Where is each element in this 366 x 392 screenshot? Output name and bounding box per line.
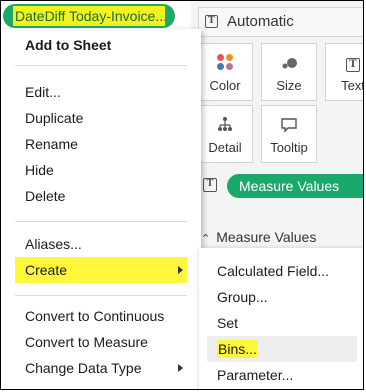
mark-type-dropdown[interactable]: T Automatic [198, 7, 363, 37]
detail-button[interactable]: Detail [197, 105, 253, 163]
mark-type-label: Automatic [227, 13, 294, 30]
menu-item-convert-continuous[interactable]: Convert to Continuous [1, 303, 201, 329]
menu-item-rename[interactable]: Rename [1, 131, 201, 157]
menu-item-aliases[interactable]: Aliases... [1, 231, 201, 257]
measure-values-header[interactable]: ⌃ Measure Values [201, 229, 316, 245]
submenu-item-calculated-field[interactable]: Calculated Field... [199, 258, 363, 284]
color-icon [198, 54, 252, 72]
menu-item-duplicate[interactable]: Duplicate [1, 105, 201, 131]
submenu-item-set[interactable]: Set [199, 310, 363, 336]
menu-separator [15, 65, 187, 66]
menu-item-convert-measure[interactable]: Convert to Measure [1, 329, 201, 355]
menu-item-hide[interactable]: Hide [1, 157, 201, 183]
detail-label: Detail [208, 140, 242, 155]
text-shelf-icon: T [203, 178, 217, 192]
menu-item-create[interactable]: Create [15, 257, 187, 283]
size-label: Size [276, 78, 302, 93]
collapse-caret-icon: ⌃ [201, 233, 211, 245]
text-icon: T [326, 54, 363, 72]
text-mark-icon: T [205, 15, 218, 28]
submenu-item-group[interactable]: Group... [199, 284, 363, 310]
create-submenu: Calculated Field... Group... Set Bins...… [199, 248, 363, 389]
menu-item-delete[interactable]: Delete [1, 183, 201, 209]
menu-separator [15, 221, 187, 222]
menu-item-add-to-sheet[interactable]: Add to Sheet [1, 32, 201, 58]
submenu-arrow-icon [178, 266, 183, 274]
context-menu: Add to Sheet Edit... Duplicate Rename Hi… [1, 29, 201, 389]
size-button[interactable]: Size [261, 43, 317, 101]
color-label: Color [209, 78, 241, 93]
screenshot-frame: T Automatic Color Size T Text Detail Too… [0, 0, 364, 390]
measure-values-pill[interactable]: Measure Values [227, 174, 363, 198]
size-icon [262, 54, 316, 72]
submenu-item-bins[interactable]: Bins... [207, 336, 357, 362]
field-pill[interactable]: DateDiff Today-Invoice... [3, 4, 175, 28]
tooltip-icon [262, 116, 316, 134]
detail-icon [198, 116, 252, 134]
text-label: Text [341, 78, 364, 93]
tooltip-label: Tooltip [270, 140, 308, 155]
submenu-arrow-icon [178, 364, 183, 372]
text-button[interactable]: T Text [325, 43, 364, 101]
submenu-item-parameter[interactable]: Parameter... [199, 362, 363, 388]
menu-separator [15, 295, 187, 296]
menu-item-edit[interactable]: Edit... [1, 79, 201, 105]
field-pill-label: DateDiff Today-Invoice... [13, 6, 165, 26]
menu-item-change-data-type[interactable]: Change Data Type [1, 355, 201, 381]
color-button[interactable]: Color [197, 43, 253, 101]
tooltip-button[interactable]: Tooltip [261, 105, 317, 163]
